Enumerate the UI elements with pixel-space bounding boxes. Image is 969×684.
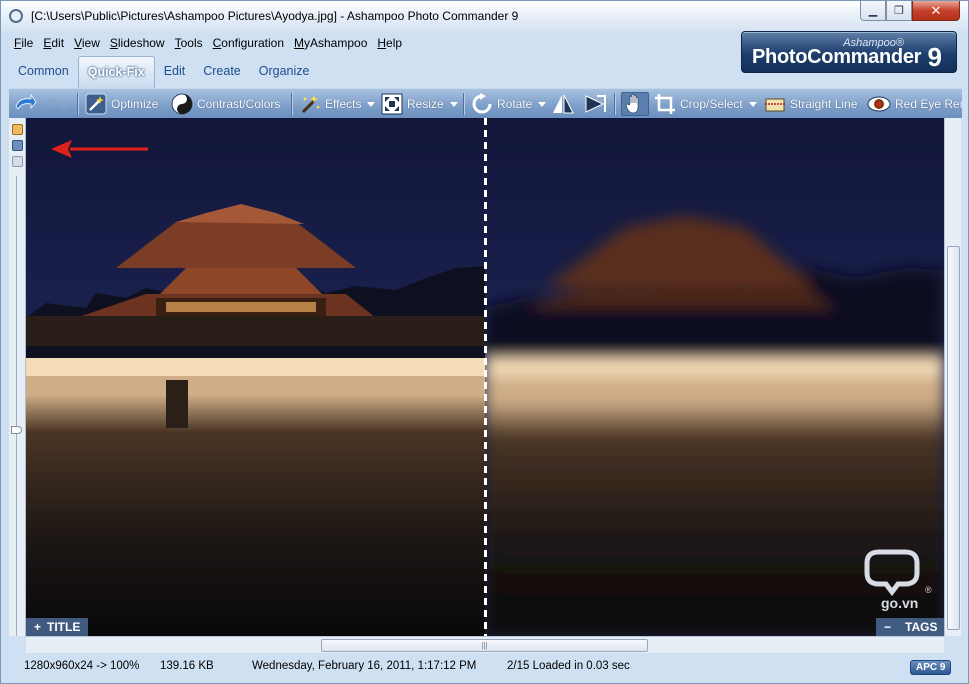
compare-split-icon[interactable] bbox=[12, 156, 23, 167]
vertical-scrollbar[interactable] bbox=[944, 118, 961, 636]
optimize-button[interactable]: Optimize bbox=[85, 92, 158, 116]
menu-file[interactable]: File bbox=[9, 34, 38, 52]
effects-wand-icon bbox=[301, 95, 320, 114]
undo-button[interactable] bbox=[13, 92, 37, 116]
rotate-button[interactable]: Rotate bbox=[471, 92, 547, 116]
status-bar: 1280x960x24 -> 100% 139.16 KB Wednesday,… bbox=[9, 656, 962, 678]
minus-icon: − bbox=[884, 620, 892, 634]
brand-logo: Ashampoo® PhotoCommander 9 bbox=[741, 31, 957, 73]
horizontal-scrollbar[interactable]: ||| bbox=[26, 636, 944, 653]
redo-button[interactable] bbox=[45, 92, 69, 116]
status-date: Wednesday, February 16, 2011, 1:17:12 PM bbox=[252, 660, 477, 672]
crop-select-label: Crop/Select bbox=[680, 97, 743, 111]
star-icon[interactable] bbox=[12, 124, 23, 135]
image-viewer[interactable]: go.vn ® bbox=[26, 118, 944, 636]
flip-button[interactable] bbox=[551, 92, 575, 116]
app-window: [C:\Users\Public\Pictures\Ashampoo Pictu… bbox=[0, 0, 969, 684]
temple-photo-blurred: go.vn ® bbox=[485, 118, 944, 636]
hand-tool-button[interactable] bbox=[621, 92, 649, 116]
red-eye-label: Red Eye Remo bbox=[895, 97, 962, 111]
contrast-colors-button[interactable]: Contrast/Colors bbox=[171, 92, 280, 116]
red-eye-removal-button[interactable]: Red Eye Remo bbox=[867, 92, 962, 116]
rotate-icon bbox=[472, 93, 492, 114]
minimize-button[interactable]: ▁ bbox=[860, 1, 886, 21]
red-arrow-annotation bbox=[51, 140, 148, 158]
tags-panel-tab[interactable]: − TAGS bbox=[876, 618, 944, 636]
toolbar-separator bbox=[77, 93, 78, 115]
menu-edit[interactable]: Edit bbox=[38, 34, 69, 52]
resize-button[interactable]: Resize bbox=[381, 92, 458, 116]
menu-tools[interactable]: Tools bbox=[170, 34, 208, 52]
chevron-down-icon bbox=[538, 101, 547, 107]
resize-label: Resize bbox=[407, 97, 444, 111]
tab-organize[interactable]: Organize bbox=[250, 56, 319, 88]
contrast-colors-label: Contrast/Colors bbox=[197, 97, 281, 111]
toolbar-separator bbox=[463, 93, 464, 115]
title-bar: [C:\Users\Public\Pictures\Ashampoo Pictu… bbox=[1, 1, 968, 31]
chevron-down-icon bbox=[449, 101, 458, 107]
chevron-down-icon bbox=[748, 101, 757, 107]
brand-version: 9 bbox=[927, 42, 942, 72]
title-panel-tab[interactable]: + TITLE bbox=[26, 618, 89, 636]
left-tool-strip bbox=[9, 118, 26, 636]
effects-label: Effects bbox=[325, 97, 362, 111]
window-title: [C:\Users\Public\Pictures\Ashampoo Pictu… bbox=[31, 9, 519, 23]
effects-button[interactable]: Effects bbox=[299, 92, 376, 116]
status-file-size: 139.16 KB bbox=[160, 660, 214, 672]
close-button[interactable]: ✕ bbox=[912, 1, 960, 21]
zoom-slider-thumb[interactable] bbox=[11, 426, 22, 434]
hand-icon bbox=[625, 93, 639, 114]
undo-icon bbox=[15, 93, 37, 110]
menu-slideshow[interactable]: Slideshow bbox=[105, 34, 170, 52]
horizontal-scroll-thumb[interactable]: ||| bbox=[321, 639, 648, 652]
watermark-reg: ® bbox=[925, 585, 932, 595]
status-dimensions: 1280x960x24 -> 100% bbox=[24, 660, 140, 672]
straight-line-button[interactable]: Straight Line bbox=[764, 92, 857, 116]
compare-icon[interactable] bbox=[12, 140, 23, 151]
tab-create[interactable]: Create bbox=[194, 56, 250, 88]
menu-help[interactable]: Help bbox=[372, 34, 407, 52]
tags-tab-label: TAGS bbox=[905, 620, 938, 634]
redo-icon bbox=[46, 95, 66, 109]
brand-name: PhotoCommander bbox=[752, 46, 922, 68]
straight-line-label: Straight Line bbox=[790, 97, 858, 111]
watermark-text: go.vn bbox=[881, 595, 918, 611]
preview-image: go.vn ® bbox=[485, 118, 944, 636]
original-image bbox=[26, 118, 485, 636]
crop-select-button[interactable]: Crop/Select bbox=[654, 92, 757, 116]
maximize-button[interactable]: ❐ bbox=[886, 1, 912, 21]
red-eye-icon bbox=[867, 96, 891, 112]
temple-photo bbox=[26, 118, 485, 636]
quick-fix-toolbar: Optimize Contrast/Colors Effects Resize … bbox=[9, 88, 962, 118]
optimize-label: Optimize bbox=[111, 97, 159, 111]
menu-bar: File Edit View Slideshow Tools Configura… bbox=[9, 34, 407, 52]
vertical-scroll-thumb[interactable] bbox=[947, 246, 960, 630]
title-tab-label: TITLE bbox=[47, 620, 81, 634]
app-icon[interactable] bbox=[9, 9, 23, 23]
toolbar-separator bbox=[614, 93, 615, 115]
tab-common[interactable]: Common bbox=[9, 56, 78, 88]
zoom-slider-track[interactable] bbox=[16, 176, 17, 636]
chevron-down-icon bbox=[367, 101, 376, 107]
straight-line-icon bbox=[765, 98, 785, 112]
tab-edit[interactable]: Edit bbox=[155, 56, 195, 88]
toolbar-separator bbox=[291, 93, 292, 115]
optimize-wand-icon bbox=[85, 93, 107, 115]
menu-view[interactable]: View bbox=[69, 34, 105, 52]
contrast-icon bbox=[171, 93, 193, 115]
tab-quick-fix[interactable]: Quick-Fix bbox=[77, 56, 155, 88]
status-loaded: 2/15 Loaded in 0.03 sec bbox=[507, 660, 630, 672]
rotate-label: Rotate bbox=[497, 97, 533, 111]
compare-divider[interactable] bbox=[484, 118, 487, 636]
ribbon-tabs: Common Quick-Fix Edit Create Organize bbox=[9, 56, 319, 88]
resize-icon bbox=[381, 93, 403, 115]
menu-myashampoo[interactable]: MyAshampoo bbox=[289, 34, 372, 52]
menu-configuration[interactable]: Configuration bbox=[208, 34, 289, 52]
mirror-icon bbox=[585, 95, 606, 113]
apc-badge: APC 9 bbox=[910, 660, 952, 675]
crop-icon bbox=[655, 94, 675, 114]
mirror-button[interactable] bbox=[583, 92, 607, 116]
flip-icon bbox=[553, 94, 574, 114]
plus-icon: + bbox=[34, 620, 42, 634]
